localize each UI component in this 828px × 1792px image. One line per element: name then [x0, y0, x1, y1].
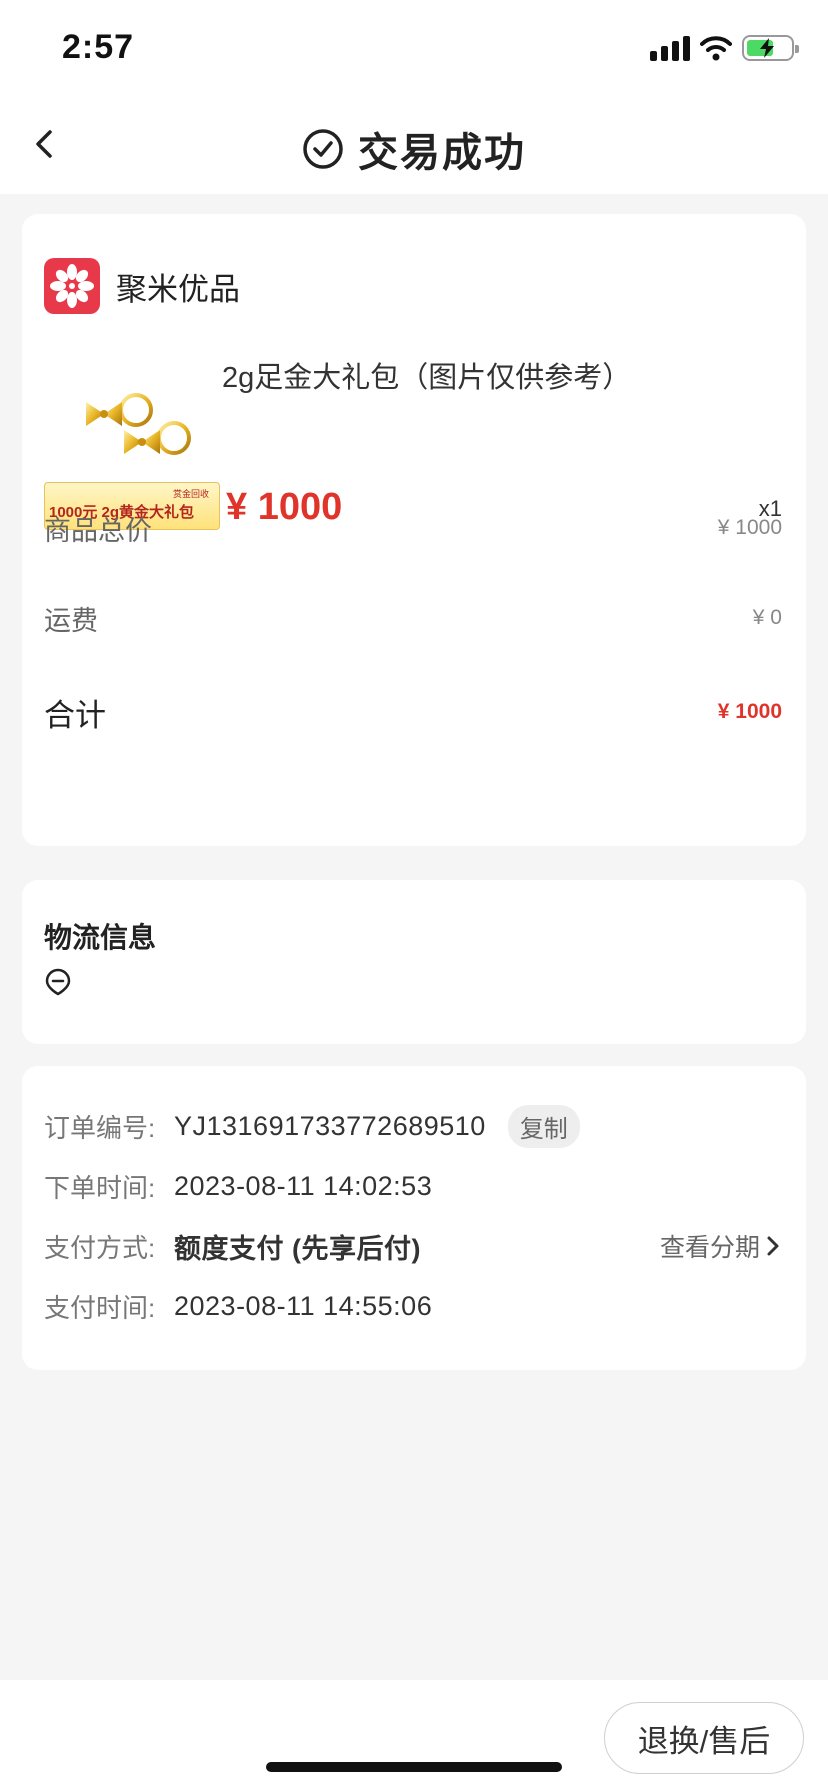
shop-logo: [44, 258, 100, 314]
subtotal-row: 商品总价 ¥ 1000: [44, 508, 782, 548]
check-circle-icon: [303, 129, 343, 169]
logistics-card[interactable]: 物流信息: [22, 880, 806, 1044]
pay-method-row: 支付方式: 额度支付 (先享后付) 查看分期: [44, 1226, 782, 1266]
pay-method-value: 额度支付 (先享后付): [174, 1233, 421, 1264]
order-info-card: 订单编号: YJ131691733772689510 复制 下单时间: 2023…: [22, 1066, 806, 1370]
pay-method-label: 支付方式:: [44, 1232, 156, 1263]
logistics-title: 物流信息: [44, 922, 157, 953]
bottom-action-bar: 退换/售后: [0, 1680, 828, 1792]
paid-time-value: 2023-08-11 14:55:06: [174, 1290, 433, 1321]
order-created-row: 下单时间: 2023-08-11 14:02:53: [44, 1166, 782, 1206]
location-pin-icon: [45, 968, 71, 996]
total-row: 合计 ¥ 1000: [44, 690, 782, 734]
order-item-card: 聚米优品 赏金回收 1000元 2g黄金大礼包 2g足金大礼包（图片仅供参考） …: [22, 214, 806, 846]
order-created-value: 2023-08-11 14:02:53: [174, 1170, 433, 1201]
home-indicator[interactable]: [266, 1762, 562, 1772]
subtotal-value: ¥ 1000: [717, 516, 782, 539]
paid-time-label: 支付时间:: [44, 1292, 156, 1323]
navigation-bar: 交易成功: [0, 96, 828, 194]
product-title[interactable]: 2g足金大礼包（图片仅供参考）: [222, 354, 631, 396]
total-label: 合计: [44, 697, 106, 733]
status-icons: [650, 34, 799, 62]
shipping-label: 运费: [44, 605, 98, 636]
shipping-row: 运费 ¥ 0: [44, 598, 782, 638]
shop-name: 聚米优品: [116, 271, 240, 307]
status-bar: 2:57: [0, 0, 828, 96]
cellular-signal-icon: [650, 35, 690, 61]
shop-logo-icon: [50, 264, 94, 308]
order-created-label: 下单时间:: [44, 1172, 156, 1203]
page-title: 交易成功: [358, 131, 526, 175]
shop-header[interactable]: 聚米优品: [44, 258, 240, 314]
total-value: ¥ 1000: [717, 700, 782, 723]
order-number-row: 订单编号: YJ131691733772689510 复制: [44, 1104, 782, 1148]
copy-button[interactable]: 复制: [507, 1104, 580, 1148]
shipping-value: ¥ 0: [752, 606, 782, 629]
wifi-icon: [700, 36, 732, 61]
subtotal-label: 商品总价: [44, 515, 152, 546]
view-installment-link[interactable]: 查看分期: [660, 1228, 782, 1264]
after-sale-button[interactable]: 退换/售后: [604, 1702, 804, 1774]
product-image[interactable]: 赏金回收 1000元 2g黄金大礼包: [44, 354, 220, 530]
gold-items-image: [86, 393, 191, 455]
order-number-value: YJ131691733772689510: [174, 1110, 486, 1141]
battery-icon: [742, 35, 799, 61]
order-number-label: 订单编号:: [44, 1112, 156, 1143]
promo-tag: 赏金回收: [172, 489, 209, 499]
chevron-right-icon: [767, 1236, 779, 1256]
page-title-group: 交易成功: [0, 120, 828, 178]
paid-time-row: 支付时间: 2023-08-11 14:55:06: [44, 1286, 782, 1326]
view-installment-label: 查看分期: [659, 1234, 760, 1262]
status-time: 2:57: [62, 28, 135, 66]
